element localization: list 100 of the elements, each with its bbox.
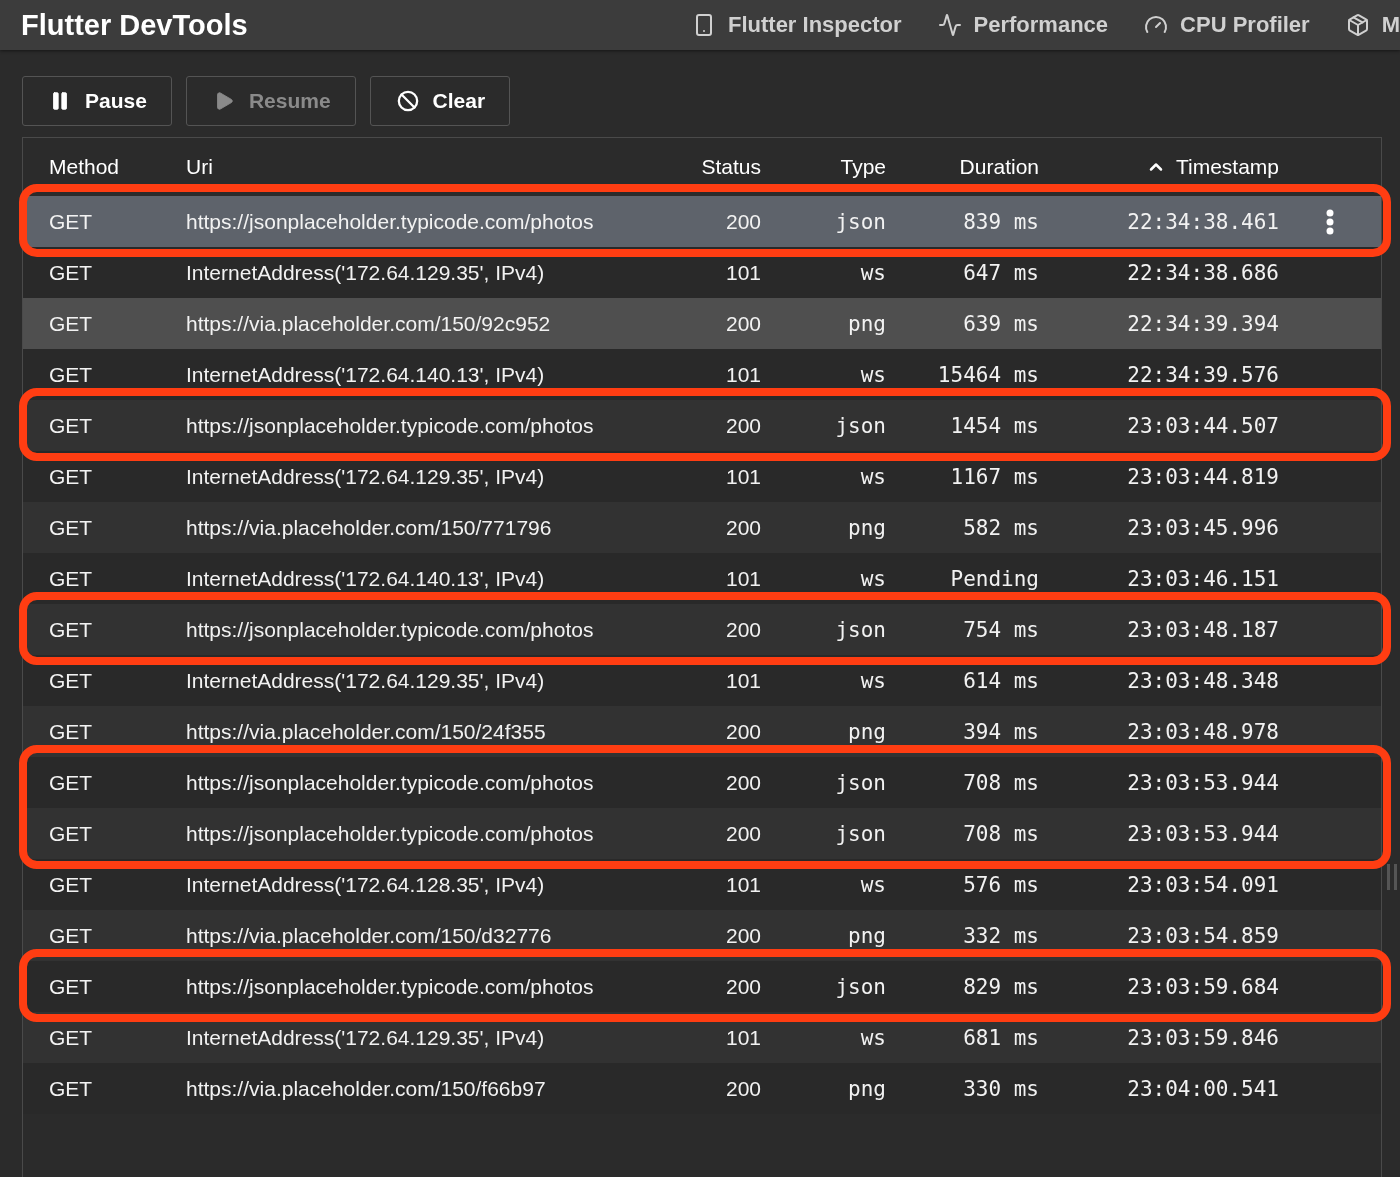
table-cell: json [835,617,886,642]
table-cell: https://jsonplaceholder.typicode.com/photos [186,617,594,642]
table-row[interactable]: GET https://via.placeholder.com/150/92c952 200 png 639 ms 22:34:39.394 [23,298,1381,349]
table-cell: GET [49,974,93,999]
table-cell: GET [49,413,93,438]
table-cell: https://jsonplaceholder.typicode.com/photos [186,413,594,438]
table-cell: 23:04:00.541 [1127,1076,1279,1101]
table-cell: InternetAddress('172.64.140.13', IPv4) [186,362,545,387]
table-cell: GET [49,617,93,642]
table-cell: 708 ms [963,821,1039,846]
table-cell: ws [860,1025,886,1050]
nav-tab[interactable]: Flutter Inspector [692,12,902,38]
table-cell: 101 [725,464,761,489]
table-cell: 708 ms [963,770,1039,795]
column-header[interactable]: Type [840,155,886,179]
column-header[interactable]: Method [49,155,120,179]
table-cell: 22:34:39.576 [1127,362,1279,387]
table-cell: 839 ms [963,209,1039,234]
table-cell: https://jsonplaceholder.typicode.com/photos [186,821,594,846]
table-cell: json [835,209,886,234]
table-cell: 23:03:53.944 [1127,770,1279,795]
table-cell: 200 [725,821,761,846]
column-header[interactable]: Timestamp [1145,155,1279,179]
table-cell: InternetAddress('172.64.140.13', IPv4) [186,566,545,591]
table-cell: GET [49,464,93,489]
more-vertical-icon [1326,208,1334,235]
table-cell: https://via.placeholder.com/150/92c952 [186,311,551,336]
table-cell: https://jsonplaceholder.typicode.com/photos [186,974,594,999]
more-menu-button[interactable] [1326,208,1334,235]
resize-handle[interactable] [1387,864,1397,890]
table-cell: 101 [725,1025,761,1050]
table-cell: ws [860,668,886,693]
table-cell: 23:03:46.151 [1127,566,1279,591]
table-cell: 1454 ms [950,413,1039,438]
table-cell: 23:03:59.684 [1127,974,1279,999]
table-cell: 23:03:54.091 [1127,872,1279,897]
table-cell: https://via.placeholder.com/150/24f355 [186,719,546,744]
table-cell: png [848,1076,886,1101]
table-cell: png [848,719,886,744]
table-cell: ws [860,260,886,285]
table-cell: GET [49,719,93,744]
table-cell: https://via.placeholder.com/150/d32776 [186,923,552,948]
table-cell: 101 [725,260,761,285]
table-cell: 829 ms [963,974,1039,999]
table-cell: GET [49,1025,93,1050]
app-title: Flutter DevTools [21,8,249,42]
table-cell: 200 [725,515,761,540]
column-header[interactable]: Uri [186,155,213,179]
table-cell: 23:03:59.846 [1127,1025,1279,1050]
table-cell: InternetAddress('172.64.129.35', IPv4) [186,1025,545,1050]
box-icon [1345,13,1370,37]
table-cell: GET [49,566,93,591]
table-cell: 576 ms [963,872,1039,897]
nav-tab[interactable]: CPU Profiler [1144,12,1310,38]
table-cell: 200 [725,770,761,795]
table-cell: 681 ms [963,1025,1039,1050]
table-cell: GET [49,515,93,540]
table-cell: ws [860,464,886,489]
block-icon [396,90,419,112]
table-cell: 23:03:54.859 [1127,923,1279,948]
column-header[interactable]: Status [701,155,761,179]
table-cell: GET [49,668,93,693]
table-cell: 15464 ms [937,362,1039,387]
nav-tab[interactable]: M [1345,12,1400,38]
table-cell: GET [49,923,93,948]
table-cell: 200 [725,311,761,336]
table-cell: 200 [725,209,761,234]
column-header[interactable]: Duration [959,155,1039,179]
table-cell: InternetAddress('172.64.129.35', IPv4) [186,464,545,489]
toolbar-button[interactable]: Pause [22,76,172,126]
table-cell: 200 [725,1076,761,1101]
table-cell: 101 [725,362,761,387]
table-cell: 330 ms [963,1076,1039,1101]
table-cell: 22:34:39.394 [1127,311,1279,336]
table-cell: 23:03:48.978 [1127,719,1279,744]
table-cell: png [848,311,886,336]
table-cell: json [835,821,886,846]
table-cell: https://jsonplaceholder.typicode.com/photos [186,209,594,234]
table-cell: 200 [725,923,761,948]
table-cell: 23:03:53.944 [1127,821,1279,846]
table-cell: GET [49,260,93,285]
toolbar-button[interactable]: Clear [369,76,511,126]
table-cell: png [848,515,886,540]
nav-tab[interactable]: Performance [937,12,1109,38]
table-cell: 23:03:48.348 [1127,668,1279,693]
table-cell: https://via.placeholder.com/150/f66b97 [186,1076,546,1101]
table-cell: 101 [725,668,761,693]
table-cell: GET [49,770,93,795]
table-cell: 200 [725,719,761,744]
table-cell: 200 [725,974,761,999]
table-cell: GET [49,821,93,846]
table-cell: 582 ms [963,515,1039,540]
table-cell: 23:03:48.187 [1127,617,1279,642]
table-cell: 200 [725,617,761,642]
table-cell: InternetAddress('172.64.129.35', IPv4) [186,260,545,285]
table-cell: ws [860,872,886,897]
table-cell: 23:03:45.996 [1127,515,1279,540]
table-row[interactable]: GET https://via.placeholder.com/150/771796 200 png 582 ms 23:03:45.996 [23,502,1381,553]
table-cell: json [835,770,886,795]
table-cell: 647 ms [963,260,1039,285]
